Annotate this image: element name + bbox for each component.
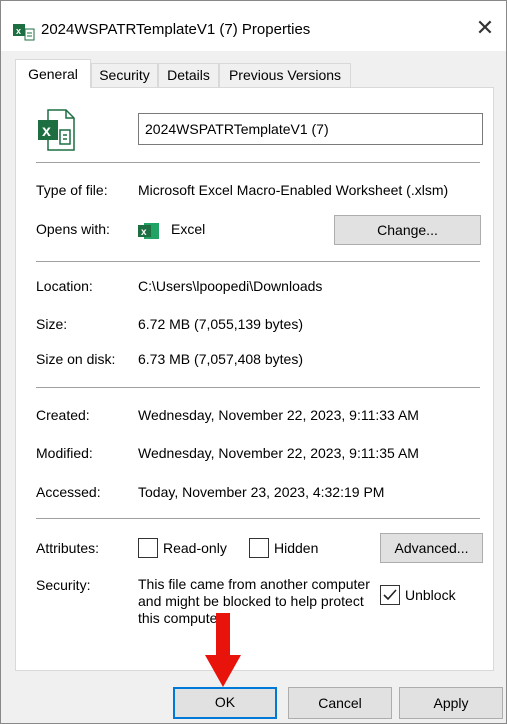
unblock-label[interactable]: Unblock — [405, 587, 456, 603]
change-button[interactable]: Change... — [334, 215, 481, 245]
type-value: Microsoft Excel Macro-Enabled Worksheet … — [138, 182, 449, 198]
excel-file-icon: x — [13, 24, 35, 41]
divider — [36, 162, 480, 163]
window-title: 2024WSPATRTemplateV1 (7) Properties — [41, 21, 311, 38]
created-label: Created: — [36, 407, 90, 423]
security-label: Security: — [36, 577, 91, 593]
read-only-checkbox[interactable] — [138, 538, 158, 558]
excel-app-icon: x — [138, 223, 159, 239]
unblock-checkbox[interactable] — [380, 585, 400, 605]
hidden-label[interactable]: Hidden — [274, 540, 318, 556]
checkmark-icon — [383, 589, 397, 601]
opens-with-value: Excel — [171, 221, 206, 237]
divider — [36, 387, 480, 388]
opens-with-label: Opens with: — [36, 221, 110, 237]
close-button[interactable]: ✕ — [471, 15, 499, 43]
svg-text:x: x — [16, 26, 21, 36]
divider — [36, 261, 480, 262]
location-value: C:\Users\lpoopedi\Downloads — [138, 278, 323, 294]
type-label: Type of file: — [36, 182, 108, 198]
tab-general[interactable]: General — [15, 59, 91, 88]
size-on-disk-label: Size on disk: — [36, 351, 116, 367]
created-value: Wednesday, November 22, 2023, 9:11:33 AM — [138, 407, 419, 423]
accessed-value: Today, November 23, 2023, 4:32:19 PM — [138, 484, 385, 500]
tab-previous-versions[interactable]: Previous Versions — [219, 63, 351, 87]
security-message: This file came from another computer and… — [138, 576, 370, 626]
location-label: Location: — [36, 278, 93, 294]
modified-label: Modified: — [36, 445, 93, 461]
ok-button[interactable]: OK — [173, 687, 277, 719]
divider — [36, 518, 480, 519]
svg-text:x: x — [141, 227, 147, 238]
close-icon: ✕ — [475, 15, 495, 40]
tab-details[interactable]: Details — [158, 63, 219, 87]
tab-security[interactable]: Security — [91, 63, 158, 87]
advanced-button[interactable]: Advanced... — [380, 533, 483, 563]
svg-text:x: x — [42, 123, 51, 140]
read-only-label[interactable]: Read-only — [163, 540, 227, 556]
size-on-disk-value: 6.73 MB (7,057,408 bytes) — [138, 351, 303, 367]
apply-button[interactable]: Apply — [399, 687, 503, 719]
attributes-label: Attributes: — [36, 540, 100, 556]
accessed-label: Accessed: — [36, 484, 101, 500]
file-name-input[interactable] — [138, 113, 483, 145]
hidden-checkbox[interactable] — [249, 538, 269, 558]
excel-file-icon: x — [38, 109, 75, 151]
cancel-button[interactable]: Cancel — [288, 687, 392, 719]
size-value: 6.72 MB (7,055,139 bytes) — [138, 316, 303, 332]
properties-dialog: x 2024WSPATRTemplateV1 (7) Properties ✕ … — [0, 0, 507, 724]
title-bar: x 2024WSPATRTemplateV1 (7) Properties ✕ — [1, 1, 506, 51]
general-panel: x Type of file: Microsoft Excel Macro-En… — [15, 87, 494, 671]
size-label: Size: — [36, 316, 68, 332]
red-down-arrow-icon — [205, 613, 241, 687]
modified-value: Wednesday, November 22, 2023, 9:11:35 AM — [138, 445, 419, 461]
